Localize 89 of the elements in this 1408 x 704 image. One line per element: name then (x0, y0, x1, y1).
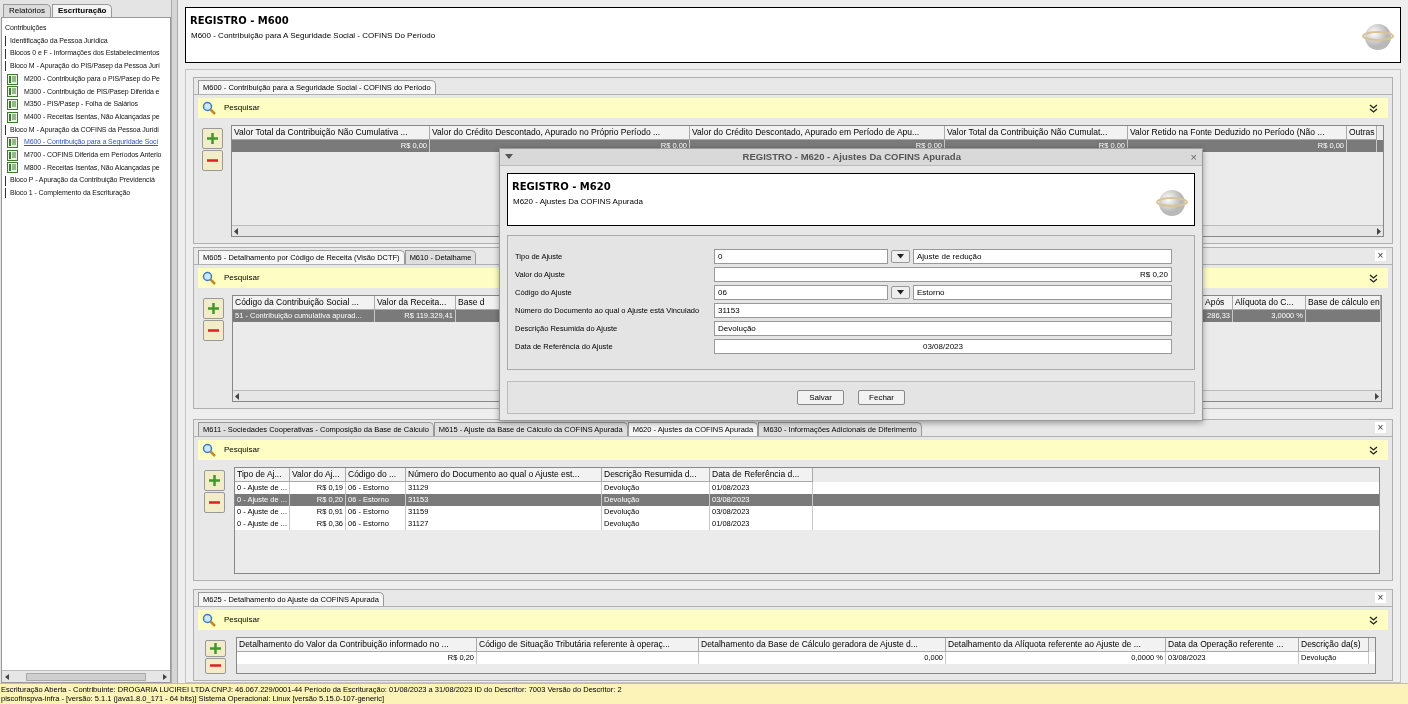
column-header[interactable]: Valor do Aj... (290, 468, 346, 482)
record-title: REGISTRO - M620 (512, 180, 611, 194)
column-header[interactable]: Outras (1347, 126, 1377, 140)
input-field[interactable]: Estorno (913, 285, 1172, 300)
input-field[interactable]: Ajuste de redução (913, 249, 1172, 264)
scroll-left-icon (233, 391, 242, 401)
sheet-icon (7, 98, 18, 110)
scroll-left-icon (232, 226, 241, 236)
search-icon (202, 613, 216, 627)
sheet-icon (7, 111, 18, 123)
column-header[interactable]: Valor da Receita... (375, 296, 456, 310)
sheet-icon (7, 162, 18, 174)
add-button[interactable] (202, 298, 224, 319)
column-header[interactable]: Tipo de Aj... (235, 468, 290, 482)
plus-icon (206, 302, 220, 315)
remove-button[interactable] (202, 320, 224, 341)
dropdown-button[interactable] (891, 286, 910, 299)
close-button[interactable]: × (1375, 250, 1386, 261)
close-button[interactable]: × (1375, 422, 1386, 433)
search-icon (202, 443, 216, 457)
search-label: Pesquisar (224, 614, 260, 626)
input-field[interactable]: 06 (714, 285, 888, 300)
dropdown-button[interactable] (891, 250, 910, 263)
scroll-right-icon (1372, 391, 1381, 401)
expand-chevron-icon (1369, 103, 1378, 113)
column-header[interactable]: Descrição da(s) (1299, 638, 1369, 652)
remove-button[interactable] (204, 657, 226, 674)
search-label: Pesquisar (224, 272, 260, 284)
input-field[interactable]: 03/08/2023 (714, 339, 1172, 354)
close-button[interactable]: × (1375, 592, 1386, 603)
search-label: Pesquisar (224, 444, 260, 456)
plus-icon (206, 132, 219, 145)
column-header[interactable]: Detalhamento da Base de Cálculo geradora de Ajuste d... (699, 638, 946, 652)
dialog-button[interactable]: Fechar (858, 390, 905, 405)
tab[interactable]: Escrituração (52, 4, 113, 17)
column-header[interactable]: Data da Operação referente ... (1166, 638, 1299, 652)
plus-icon (208, 641, 222, 655)
expand-chevron-icon (1369, 445, 1378, 455)
column-header[interactable]: Valor do Crédito Descontado, Apurado no Próprio Período ... (430, 126, 690, 140)
sheet-icon (7, 149, 18, 161)
record-subtitle: M600 - Contribuição para A Seguridade Social - COFINS Do Período (191, 30, 436, 42)
add-button[interactable] (202, 128, 223, 149)
search-icon (202, 101, 216, 115)
input-field[interactable]: Devolução (714, 321, 1172, 336)
column-header[interactable]: Base de cálculo en (1306, 296, 1381, 310)
column-header[interactable]: Código do ... (346, 468, 406, 482)
input-field[interactable]: 0 (714, 249, 888, 264)
search-bar[interactable]: Pesquisar (198, 440, 1388, 460)
column-header[interactable]: Código da Contribuição Social ... (233, 296, 375, 310)
input-field[interactable]: 31153 (714, 303, 1172, 318)
column-header[interactable]: Valor Retido na Fonte Deduzido no Período (Não ... (1128, 126, 1347, 140)
expand-chevron-icon (1369, 615, 1378, 625)
input-field[interactable]: R$ 0,20 (714, 267, 1172, 282)
dialog-button[interactable]: Salvar (797, 390, 844, 405)
column-header[interactable]: Código de Situação Tributária referente à operaç... (477, 638, 699, 652)
add-button[interactable] (204, 640, 226, 657)
close-button[interactable]: × (1190, 151, 1197, 163)
column-header[interactable]: Número do Documento ao qual o Ajuste est... (406, 468, 602, 482)
sphere-logo-icon (1362, 21, 1394, 53)
caret-icon (897, 254, 904, 259)
window-title: REGISTRO - M620 - Ajustes Da COFINS Apurada (741, 149, 962, 164)
sheet-icon (7, 73, 18, 85)
column-header[interactable]: Detalhamento do Valor da Contribuição informado no ... (237, 638, 477, 652)
search-label: Pesquisar (224, 102, 260, 114)
column-header[interactable]: Valor Total da Contribuição Não Cumulat... (945, 126, 1128, 140)
menu-caret-icon (505, 154, 513, 160)
column-header[interactable]: Alíquota do C... (1233, 296, 1306, 310)
column-header[interactable]: Descrição Resumida d... (602, 468, 710, 482)
add-button[interactable] (203, 470, 225, 491)
plus-icon (207, 474, 221, 487)
column-header[interactable]: Após (1203, 296, 1233, 310)
search-bar[interactable]: Pesquisar (198, 610, 1388, 630)
column-header[interactable]: Valor do Crédito Descontado, Apurado em Período de Apu... (690, 126, 945, 140)
record-title: REGISTRO - M600 (190, 14, 289, 28)
remove-button[interactable] (203, 492, 225, 513)
sheet-icon (7, 137, 18, 149)
sheet-icon (7, 86, 18, 98)
scroll-right-icon (1374, 226, 1383, 236)
remove-button[interactable] (202, 150, 223, 171)
expand-chevron-icon (1369, 273, 1378, 283)
horizontal-scrollbar[interactable] (2, 670, 171, 682)
search-bar[interactable]: Pesquisar (198, 98, 1388, 118)
column-header[interactable]: Data de Referência d... (710, 468, 813, 482)
search-icon (202, 271, 216, 285)
record-subtitle: M620 - Ajustes Da COFINS Apurada (513, 196, 643, 208)
sphere-logo-icon (1156, 187, 1188, 219)
tab[interactable]: Relatórios (3, 4, 51, 17)
column-header[interactable]: Detalhamento da Alíquota referente ao Ajuste de ... (946, 638, 1166, 652)
column-header[interactable]: Valor Total da Contribuição Não Cumulativa ... (232, 126, 430, 140)
